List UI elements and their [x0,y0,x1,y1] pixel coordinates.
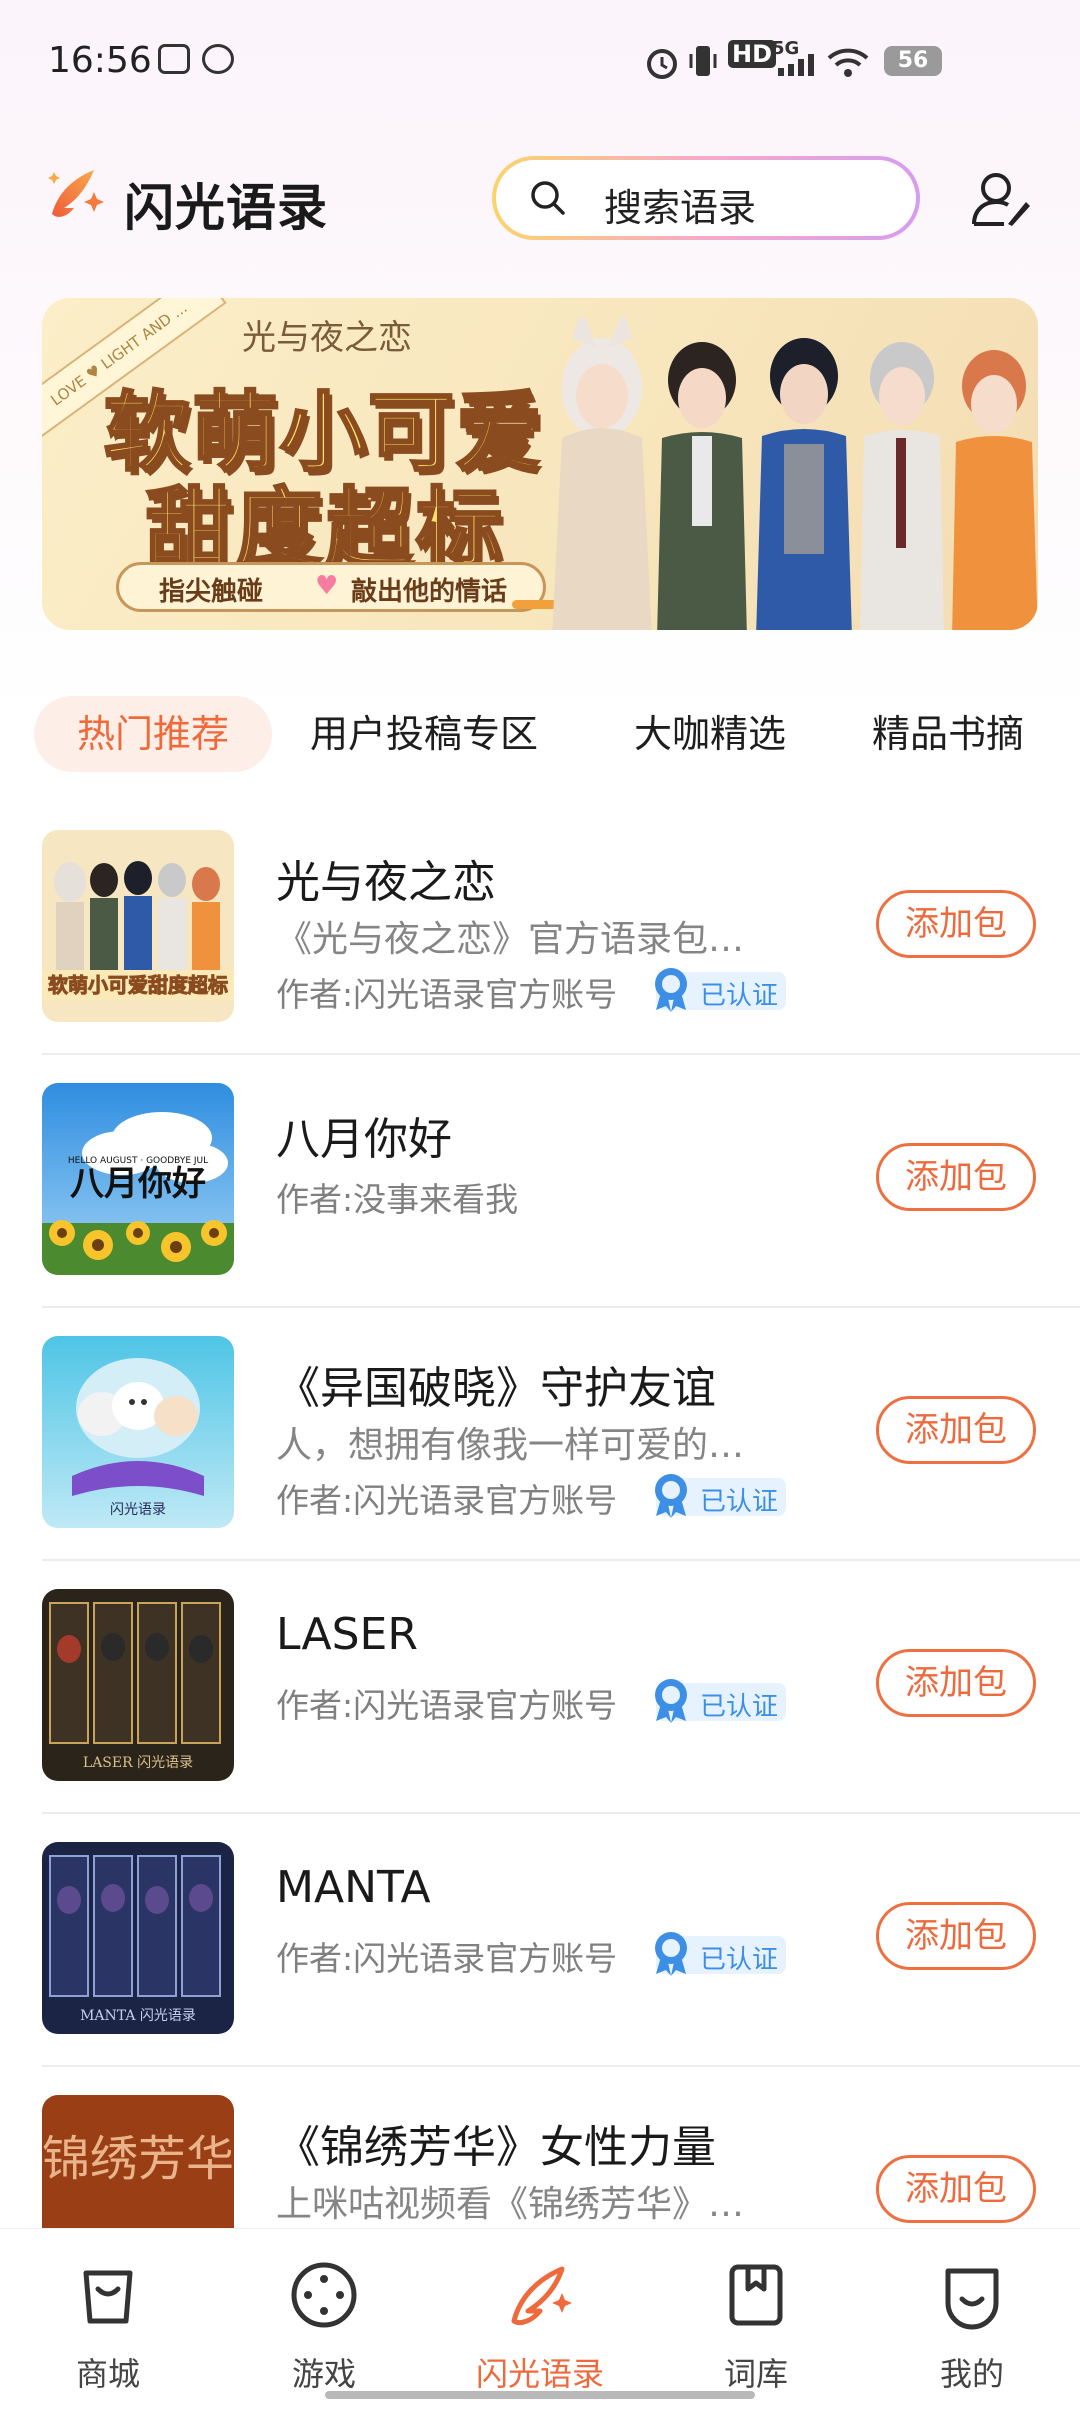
item-thumbnail: 闪光语录 [42,1336,234,1528]
item-title: 八月你好 [276,1114,452,1165]
bookmark-book-icon [729,2264,783,2326]
add-pack-button[interactable]: 添加包 [876,2155,1036,2223]
thumb-manta-caption: MANTA 闪光语录 [80,2008,196,2024]
tab-expert-picks[interactable]: 大咖精选 [634,696,786,772]
add-pack-button[interactable]: 添加包 [876,1649,1036,1717]
add-pack-button[interactable]: 添加包 [876,1902,1036,1970]
nav-label: 商城 [75,2355,140,2393]
item-title: 光与夜之恋 [276,857,496,908]
list-item[interactable]: 闪光语录 《异国破晓》守护友谊 人，想拥有像我一样可爱的… 作者:闪光语录官方账… [0,1306,1080,1559]
app-header: 闪光语录 搜索语录 [0,150,1080,260]
app-logo-icon [48,170,104,217]
thumb-august-subtitle: HELLO AUGUST · GOODBYE JUL [68,1156,208,1166]
item-title: LASER [276,1609,418,1660]
app-title: 闪光语录 [124,179,328,237]
verified-badge: 已认证 [655,1679,786,1723]
list-item[interactable]: MANTA 闪光语录 MANTA 作者:闪光语录官方账号 已认证 添加包 [0,1812,1080,2065]
item-thumbnail: MANTA 闪光语录 [42,1842,234,2034]
list-item[interactable]: LASER 闪光语录 LASER 作者:闪光语录官方账号 已认证 添加包 [0,1559,1080,1812]
verified-label: 已认证 [700,1692,779,1722]
verified-badge: 已认证 [655,968,786,1012]
bottom-navigation: 商城 游戏 闪光语录 词库 我的 [0,2228,1080,2409]
nav-profile[interactable]: 我的 [902,2259,1042,2393]
banner-characters-illustration [552,318,1038,630]
search-box[interactable]: 搜索语录 [492,156,920,240]
tab-book-excerpts[interactable]: 精品书摘 [872,696,1024,772]
home-indicator[interactable] [325,2391,755,2399]
nav-label: 游戏 [291,2355,356,2393]
verified-medal-icon [655,1932,687,1976]
banner-tagline-right: 敲出他的情话 [351,577,508,607]
nav-mall[interactable]: 商城 [38,2259,178,2393]
smile-face-icon [945,2268,999,2330]
add-pack-button[interactable]: 添加包 [876,890,1036,958]
banner-logo-text: 光与夜之恋 [242,318,412,358]
thumb-august-title: 八月你好 [70,1164,206,1204]
item-thumbnail: 软萌小可爱甜度超标 [42,830,234,1022]
promo-banner[interactable]: LOVE ♥ LIGHT AND ... 光与夜之恋 软萌小可爱 甜度超标 指尖… [42,298,1038,630]
item-title: 《异国破晓》守护友谊 [276,1363,716,1414]
tab-hot[interactable]: 热门推荐 [34,696,272,772]
nav-flash-quotes[interactable]: 闪光语录 [470,2259,610,2393]
thumb-laser-caption: LASER 闪光语录 [83,1755,193,1771]
item-description: 上咪咕视频看《锦绣芳华》… [276,2184,745,2225]
thumb-jinxiu-title: 锦绣芳华 [42,2131,234,2187]
status-bar: 16:56 HD 5G 56 [0,0,1080,120]
search-placeholder: 搜索语录 [604,186,757,230]
flash-quotes-icon [511,2266,572,2326]
nav-label: 词库 [723,2355,788,2393]
verified-medal-icon [655,1679,687,1723]
item-author: 作者:闪光语录官方账号 [276,1686,618,1725]
svg-text:闪光语录: 闪光语录 [110,1502,166,1518]
verified-label: 已认证 [700,981,779,1011]
svg-text:软萌小可爱甜度超标: 软萌小可爱甜度超标 [48,973,228,997]
tab-user-submissions[interactable]: 用户投稿专区 [310,696,538,772]
item-title: 《锦绣芳华》女性力量 [276,2122,716,2173]
search-icon [531,181,565,215]
hd-icon: HD [728,40,777,68]
category-tabs: 热门推荐 用户投稿专区 大咖精选 精品书摘 [0,696,1080,776]
item-thumbnail: 八月你好 HELLO AUGUST · GOODBYE JUL [42,1083,234,1275]
gamepad-icon [291,2262,357,2328]
item-thumbnail: LASER 闪光语录 [42,1589,234,1781]
gallery-notification-icon [158,44,190,74]
item-author: 作者:没事来看我 [276,1180,519,1219]
shopping-bag-icon [83,2270,133,2324]
vibrate-icon [689,46,717,76]
heart-icon: ♥ [315,571,339,601]
list-item[interactable]: 八月你好 HELLO AUGUST · GOODBYE JUL 八月你好 作者:… [0,1053,1080,1306]
nav-label: 我的 [939,2355,1004,2393]
item-description: 《光与夜之恋》官方语录包… [276,919,745,960]
battery-indicator: 56 [884,46,942,76]
status-time: 16:56 [48,40,152,81]
banner-tagline-left: 指尖触碰 [159,577,264,607]
banner-tagline: 指尖触碰 ♥ 敲出他的情话 [116,562,546,612]
user-edit-icon[interactable] [970,168,1032,230]
item-author: 作者:闪光语录官方账号 [276,1939,618,1978]
app-notification-icon [202,44,234,74]
wifi-icon [827,48,869,77]
verified-medal-icon [655,968,687,1012]
verified-badge: 已认证 [655,1474,786,1518]
item-description: 人，想拥有像我一样可爱的… [276,1425,745,1466]
verified-badge: 已认证 [655,1932,786,1976]
alarm-icon [647,49,677,79]
nav-games[interactable]: 游戏 [254,2259,394,2393]
verified-label: 已认证 [700,1945,779,1975]
add-pack-button[interactable]: 添加包 [876,1143,1036,1211]
signal-icon [778,54,814,76]
add-pack-button[interactable]: 添加包 [876,1396,1036,1464]
nav-lexicon[interactable]: 词库 [686,2259,826,2393]
verified-label: 已认证 [700,1487,779,1517]
list-item[interactable]: 软萌小可爱甜度超标 光与夜之恋 《光与夜之恋》官方语录包… 作者:闪光语录官方账… [0,800,1080,1053]
nav-label: 闪光语录 [475,2355,604,2393]
item-author: 作者:闪光语录官方账号 [276,1481,618,1520]
item-author: 作者:闪光语录官方账号 [276,975,618,1014]
item-title: MANTA [276,1862,431,1913]
verified-medal-icon [655,1474,687,1518]
